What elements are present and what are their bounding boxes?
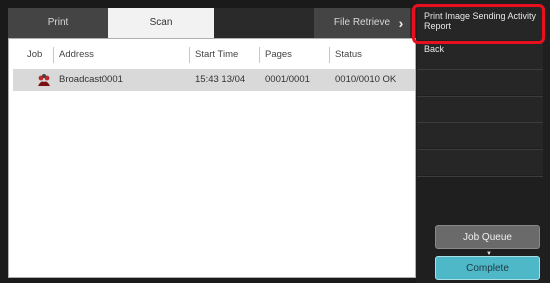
column-header-pages: Pages (265, 49, 292, 60)
empty-menu-item (417, 70, 543, 95)
broadcast-icon (38, 74, 50, 86)
empty-menu-item (417, 150, 543, 175)
empty-menu-item (417, 97, 543, 122)
tab-bar: Print Scan File Retrieve › (8, 8, 416, 38)
empty-menu-item (417, 123, 543, 148)
column-header-job: Job (27, 49, 43, 60)
menu-divider (417, 176, 543, 177)
column-header-address: Address (59, 49, 94, 60)
job-queue-button[interactable]: Job Queue (435, 225, 540, 249)
back-label: Back (424, 44, 445, 54)
row-status: 0010/0010 OK (335, 74, 397, 85)
column-divider (189, 47, 190, 63)
tab-blank (214, 8, 314, 38)
table-header: Job Address Start Time Pages Status (9, 47, 415, 63)
column-divider (329, 47, 330, 63)
row-start-time: 15:43 13/04 (195, 74, 246, 85)
complete-label: Complete (466, 263, 509, 274)
dropdown-arrow-icon: ▼ (486, 251, 492, 257)
highlight-box (412, 4, 545, 44)
column-divider (53, 47, 54, 63)
column-header-start-time: Start Time (195, 49, 239, 60)
job-queue-label: Job Queue (463, 232, 512, 243)
tab-scan[interactable]: Scan (108, 8, 214, 38)
column-divider (259, 47, 260, 63)
table-row[interactable]: Broadcast0001 15:43 13/04 0001/0001 0010… (13, 69, 415, 91)
row-address: Broadcast0001 (59, 74, 123, 85)
job-status-list: Job Address Start Time Pages Status Broa… (8, 38, 416, 278)
complete-button[interactable]: ▼ Complete (435, 251, 540, 280)
tab-print[interactable]: Print (8, 8, 108, 38)
column-header-status: Status (335, 49, 362, 60)
row-pages: 0001/0001 (265, 74, 310, 85)
chevron-right-icon[interactable]: › (388, 8, 414, 38)
